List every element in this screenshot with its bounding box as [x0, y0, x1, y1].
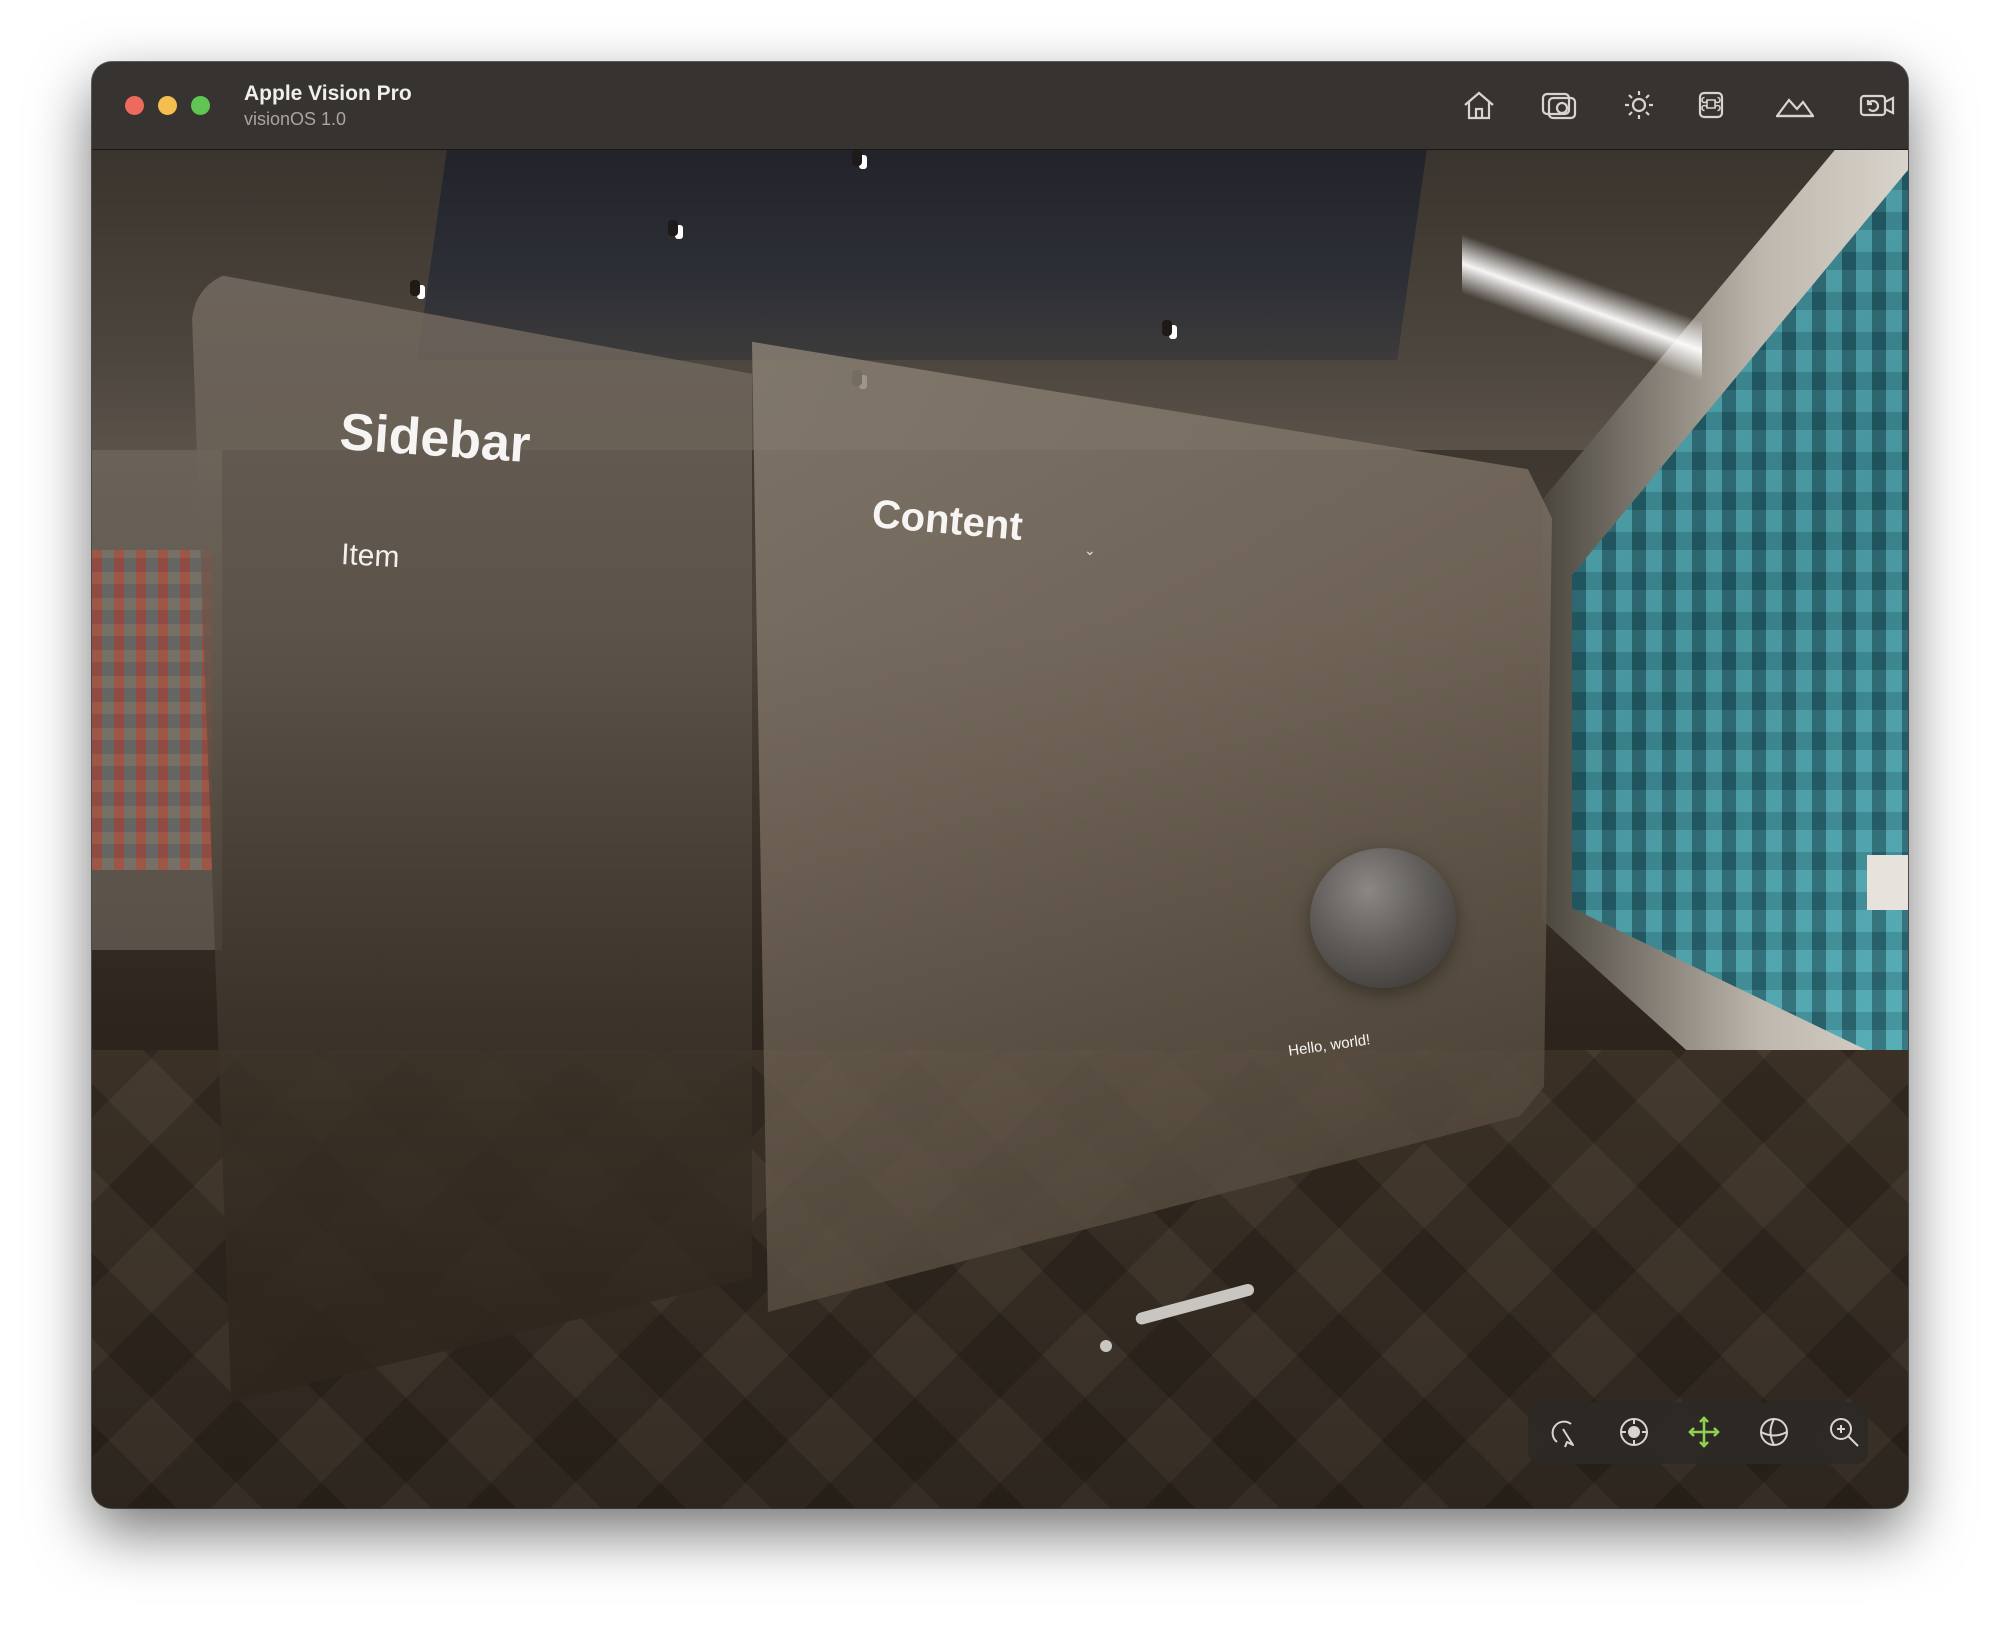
title-bar: Apple Vision Pro visionOS 1.0	[92, 62, 1908, 150]
chevron-down-icon[interactable]: ⌄	[1084, 542, 1096, 559]
painting-label	[1867, 855, 1908, 910]
camera-rotate-icon[interactable]	[1854, 84, 1900, 126]
close-dot[interactable]	[1100, 1340, 1112, 1352]
sphere-model[interactable]	[1310, 848, 1456, 988]
minimize-button[interactable]	[158, 96, 177, 115]
camera-icon[interactable]	[1536, 84, 1582, 126]
orbit-icon[interactable]	[1612, 1410, 1656, 1454]
interaction-toolbar	[1528, 1402, 1868, 1464]
home-icon[interactable]	[1456, 84, 1502, 126]
mountains-icon[interactable]	[1772, 84, 1818, 126]
window-title: Apple Vision Pro	[244, 82, 412, 105]
spotlight	[852, 150, 862, 166]
content-panel	[752, 341, 1552, 1312]
sidebar-item[interactable]: Item	[340, 538, 400, 575]
command-icon[interactable]	[1688, 84, 1734, 126]
zoom-icon[interactable]	[1822, 1410, 1866, 1454]
brightness-icon[interactable]	[1616, 84, 1662, 126]
pan-icon[interactable]	[1682, 1410, 1726, 1454]
tap-icon[interactable]	[1542, 1410, 1586, 1454]
close-button[interactable]	[125, 96, 144, 115]
maximize-button[interactable]	[191, 96, 210, 115]
spotlight	[668, 220, 678, 236]
simulator-window: Apple Vision Pro visionOS 1.0 Sidebar It…	[92, 62, 1908, 1508]
window-subtitle: visionOS 1.0	[244, 109, 347, 129]
rotate-sphere-icon[interactable]	[1752, 1410, 1796, 1454]
